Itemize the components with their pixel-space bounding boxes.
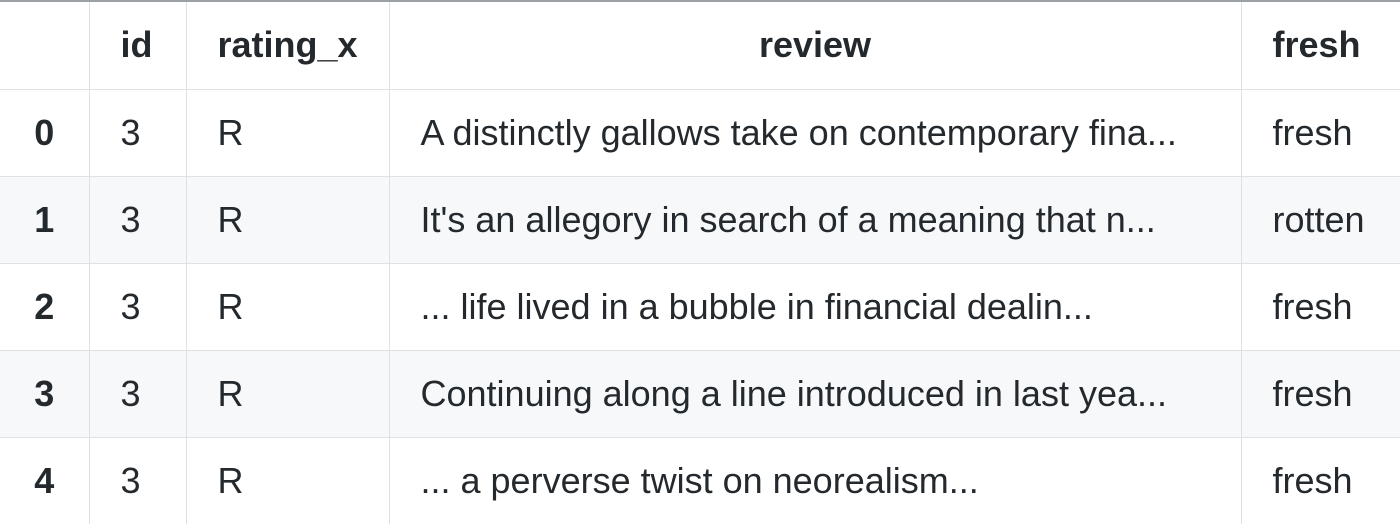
id-cell: 3 [89, 437, 187, 524]
fresh-cell: rotten [1241, 176, 1400, 264]
table-row: 4 3 R ... a perverse twist on neorealism… [0, 437, 1400, 524]
table-row: 2 3 R ... life lived in a bubble in fina… [0, 263, 1400, 351]
id-cell: 3 [89, 263, 187, 351]
id-cell: 3 [89, 176, 187, 264]
review-cell: A distinctly gallows take on contemporar… [389, 89, 1242, 177]
rating-x-cell: R [186, 89, 390, 177]
fresh-cell: fresh [1241, 263, 1400, 351]
column-header-rating-x: rating_x [186, 2, 390, 90]
fresh-cell: fresh [1272, 459, 1353, 501]
column-header-index [0, 2, 90, 90]
dataframe-view: id rating_x review fresh 0 3 R A distinc… [0, 0, 1400, 526]
row-index-cell: 4 [0, 437, 90, 524]
rating-x-cell: R [186, 350, 390, 438]
row-index-cell: 1 [0, 176, 90, 264]
table-row: 0 3 R A distinctly gallows take on conte… [0, 89, 1400, 177]
fresh-cell: fresh [1241, 89, 1400, 177]
row-index-cell: 0 [0, 89, 90, 177]
row-index-cell: 2 [0, 263, 90, 351]
id-cell: 3 [89, 89, 187, 177]
column-header-fresh: fresh [1241, 2, 1400, 90]
id-cell: 3 [89, 350, 187, 438]
rating-x-cell: R [186, 437, 390, 524]
review-cell: Continuing along a line introduced in la… [389, 350, 1242, 438]
table-row: 3 3 R Continuing along a line introduced… [0, 350, 1400, 438]
review-cell: ... a perverse twist on neorealism... [389, 437, 1242, 524]
rating-x-cell: R [186, 263, 390, 351]
table-row: 1 3 R It's an allegory in search of a me… [0, 176, 1400, 264]
header-row: id rating_x review fresh [0, 2, 1400, 90]
column-header-id: id [89, 2, 187, 90]
review-cell: ... life lived in a bubble in financial … [389, 263, 1242, 351]
data-table: id rating_x review fresh 0 3 R A distinc… [0, 2, 1400, 524]
fresh-cell: fresh [1241, 350, 1400, 438]
row-index-cell: 3 [0, 350, 90, 438]
review-cell: It's an allegory in search of a meaning … [389, 176, 1242, 264]
column-header-review: review [389, 2, 1242, 90]
rating-x-cell: R [186, 176, 390, 264]
